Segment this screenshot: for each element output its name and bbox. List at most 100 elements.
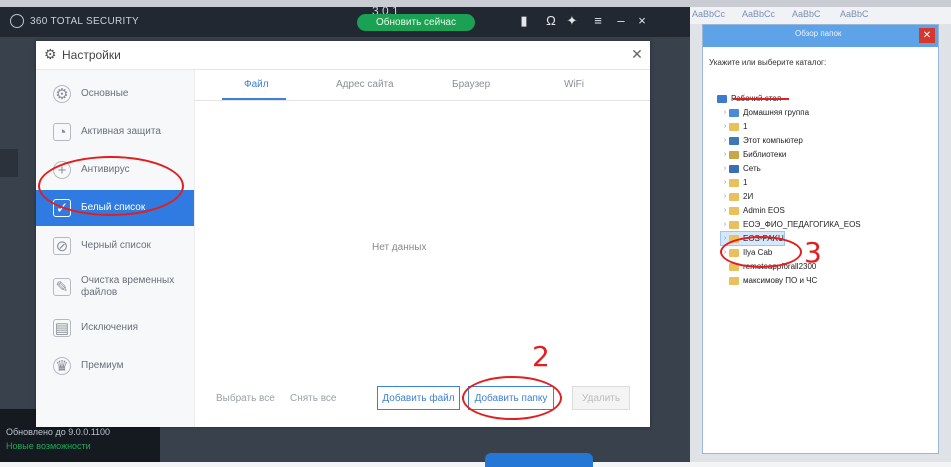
deselect-all-link[interactable]: Снять все xyxy=(290,393,337,404)
expand-chevron-icon[interactable]: › xyxy=(721,235,729,242)
tree-item-label: Библиотеки xyxy=(743,150,787,159)
word-style-ribbon: AaBbCc AaBbCc AaBbC AaBbC xyxy=(690,7,951,24)
minimize-icon[interactable]: – xyxy=(614,14,628,28)
tree-item-label: 2И xyxy=(743,192,754,201)
update-now-button[interactable]: Обновить сейчас xyxy=(357,14,475,31)
background-side-tab xyxy=(0,149,18,177)
annotation-number-3: 3 xyxy=(804,236,822,269)
expand-chevron-icon[interactable]: › xyxy=(721,123,729,130)
background-blue-button[interactable] xyxy=(485,453,593,467)
broom-icon: ✎ xyxy=(53,278,71,296)
tree-item-label: 1 xyxy=(743,178,748,187)
highlight-circle-add-folder xyxy=(462,376,562,420)
expand-chevron-icon[interactable]: › xyxy=(721,137,729,144)
browse-prompt: Укажите или выберите каталог: xyxy=(709,58,827,67)
folder-icon xyxy=(729,178,739,187)
tree-item-folder[interactable]: › 1 xyxy=(721,176,748,189)
sidebar-item-exclusions[interactable]: ▤ Исключения xyxy=(36,310,194,346)
sidebar-item-label: Премиум xyxy=(81,360,124,371)
expand-chevron-icon[interactable]: › xyxy=(721,165,729,172)
tree-item-label: Сеть xyxy=(743,164,761,173)
folder-icon xyxy=(729,192,739,201)
sidebar-item-label: Черный список xyxy=(81,240,151,251)
dialog-header: ⚙ Настройки ✕ xyxy=(36,41,650,70)
tree-item-label: Домашняя группа xyxy=(743,108,810,117)
background-titlebar: 360 TOTAL SECURITY 3.0.1 Обновить сейчас… xyxy=(0,4,690,37)
shirt-icon[interactable]: ▮ xyxy=(517,14,531,28)
highlight-circle-whitelist xyxy=(38,156,184,216)
tab-website[interactable]: Адрес сайта xyxy=(336,79,394,90)
new-features-link[interactable]: Новые возможности xyxy=(6,441,91,451)
tab-browser[interactable]: Браузер xyxy=(452,79,490,90)
tree-item-label: Admin EOS xyxy=(743,206,785,215)
expand-chevron-icon[interactable]: › xyxy=(721,221,729,228)
network-icon xyxy=(729,164,739,173)
desktop-icon xyxy=(717,94,727,103)
gear-icon: ⚙ xyxy=(53,85,71,103)
tab-wifi[interactable]: WiFi xyxy=(564,79,584,90)
style-sample[interactable]: AaBbCc xyxy=(692,9,725,19)
whitelist-tabs: Файл Адрес сайта Браузер WiFi xyxy=(194,70,650,101)
settings-dialog: ⚙ Настройки ✕ ⚙ Основные ◔ Активная защи… xyxy=(36,41,650,427)
sidebar-item-general[interactable]: ⚙ Основные xyxy=(36,76,194,112)
tree-item-folder[interactable]: › 1 xyxy=(721,120,748,133)
premium-icon: ♛ xyxy=(53,357,71,375)
expand-chevron-icon[interactable]: › xyxy=(721,109,729,116)
blacklist-icon: ⊘ xyxy=(53,237,71,255)
delete-button[interactable]: Удалить xyxy=(572,386,630,410)
headset-icon[interactable]: Ω xyxy=(544,14,558,28)
sidebar-item-premium[interactable]: ♛ Премиум xyxy=(36,348,194,384)
folder-icon xyxy=(729,276,739,285)
tree-item-homegroup[interactable]: › Домашняя группа xyxy=(721,106,809,119)
browse-dialog-titlebar: Обзор папок ✕ xyxy=(703,25,938,47)
expand-chevron-icon[interactable]: › xyxy=(721,193,729,200)
menu-icon[interactable]: ≡ xyxy=(591,14,605,28)
tree-item-folder[interactable]: › 2И xyxy=(721,190,753,203)
style-sample[interactable]: AaBbC xyxy=(840,9,869,19)
browse-dialog-title: Обзор папок xyxy=(795,29,842,38)
computer-icon xyxy=(729,136,739,145)
sidebar-item-blacklist[interactable]: ⊘ Черный список xyxy=(36,228,194,264)
sidebar-item-label: Очистка временных файлов xyxy=(81,275,175,298)
settings-sidebar: ⚙ Основные ◔ Активная защита + Антивирус… xyxy=(36,70,195,427)
folder-icon xyxy=(729,122,739,131)
close-icon[interactable]: × xyxy=(635,14,649,28)
sidebar-item-temp-cleanup[interactable]: ✎ Очистка временных файлов xyxy=(36,266,194,308)
tree-item-label: ЕОЭ_ФИО_ПЕДАГОГИКА_EOS xyxy=(743,220,861,229)
exclusion-icon: ▤ xyxy=(53,319,71,337)
active-tab-indicator xyxy=(222,98,286,100)
add-file-button[interactable]: Добавить файл xyxy=(377,386,460,410)
tools-icon[interactable]: ✦ xyxy=(565,14,579,28)
tree-item-this-pc[interactable]: › Этот компьютер xyxy=(721,134,803,147)
top-strip xyxy=(0,0,951,7)
tree-item-folder[interactable]: › ЕОЭ_ФИО_ПЕДАГОГИКА_EOS xyxy=(721,218,861,231)
sidebar-item-label: Основные xyxy=(81,88,129,99)
tree-item-folder[interactable]: › Admin EOS xyxy=(721,204,785,217)
annotation-number-2: 2 xyxy=(532,340,550,373)
app-logo: 360 TOTAL SECURITY xyxy=(10,14,139,28)
expand-chevron-icon[interactable]: › xyxy=(721,151,729,158)
underline-desktop xyxy=(733,98,789,100)
shield-icon: ◔ xyxy=(53,123,71,141)
tree-item-libraries[interactable]: › Библиотеки xyxy=(721,148,787,161)
homegroup-icon xyxy=(729,108,739,117)
expand-chevron-icon[interactable]: › xyxy=(721,207,729,214)
select-all-link[interactable]: Выбрать все xyxy=(216,393,275,404)
folder-icon xyxy=(729,220,739,229)
tree-item-label: максимову ПО и ЧС xyxy=(743,276,818,285)
sidebar-item-active-protection[interactable]: ◔ Активная защита xyxy=(36,114,194,150)
sidebar-item-label: Активная защита xyxy=(81,126,161,137)
empty-list-message: Нет данных xyxy=(372,242,427,253)
tree-item-folder[interactable]: максимову ПО и ЧС xyxy=(729,274,817,287)
highlight-circle-eos-paku xyxy=(720,236,802,268)
style-sample[interactable]: AaBbCc xyxy=(742,9,775,19)
explorer-panel: AaBbCc AaBbCc AaBbC AaBbC Обзор папок ✕ … xyxy=(690,7,951,462)
tree-item-network[interactable]: › Сеть xyxy=(721,162,761,175)
expand-chevron-icon[interactable]: › xyxy=(721,179,729,186)
update-status-text: Обновлено до 9.0.0.1100 xyxy=(6,427,111,437)
dialog-close-button[interactable]: ✕ xyxy=(630,46,644,63)
tab-file[interactable]: Файл xyxy=(244,79,269,90)
browse-dialog-close-button[interactable]: ✕ xyxy=(919,28,935,43)
style-sample[interactable]: AaBbC xyxy=(792,9,821,19)
app-product-name: 360 TOTAL SECURITY xyxy=(30,15,139,27)
